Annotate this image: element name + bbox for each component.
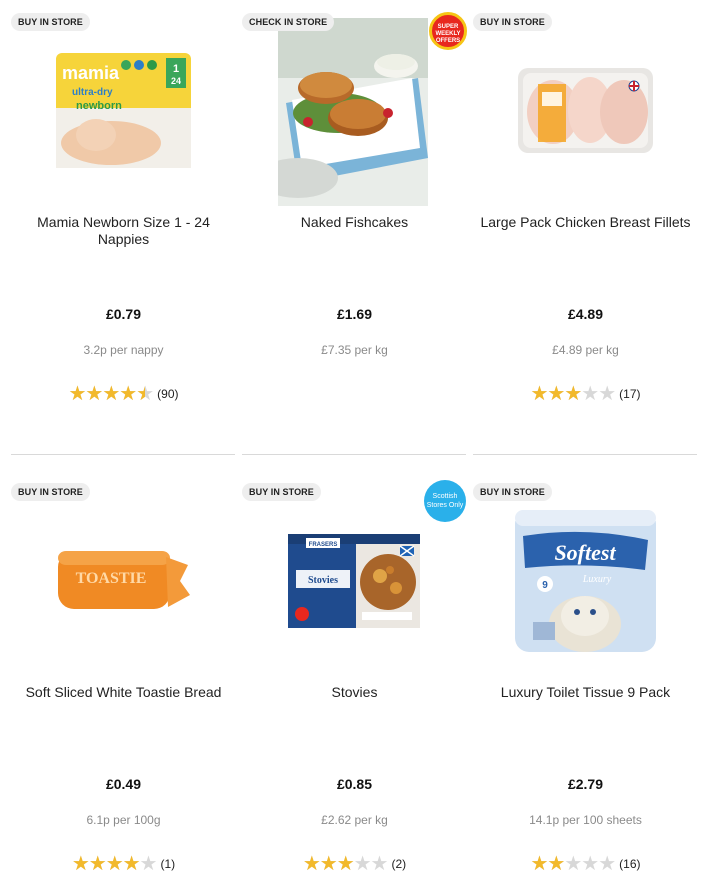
store-badge: BUY IN STORE — [11, 483, 90, 501]
unit-price: 6.1p per 100g — [86, 813, 161, 827]
row-divider — [11, 454, 235, 455]
product-title[interactable]: Soft Sliced White Toastie Bread — [17, 684, 230, 701]
review-count: (17) — [619, 387, 641, 401]
unit-price: £2.62 per kg — [321, 813, 388, 827]
svg-text:TOASTIE: TOASTIE — [76, 570, 147, 587]
product-rating[interactable]: ★★★★★★★★★★ (17) — [473, 384, 698, 404]
unit-price: £4.89 per kg — [552, 343, 619, 357]
svg-text:24: 24 — [171, 76, 181, 86]
product-rating[interactable]: ★★★★★★★★★★ (90) — [11, 384, 236, 404]
row-divider — [473, 454, 697, 455]
svg-text:newborn: newborn — [76, 100, 122, 112]
store-badge: BUY IN STORE — [242, 483, 321, 501]
star-rating-icon: ★★★★★★★★★★ — [71, 853, 158, 875]
product-card[interactable]: BUY IN STORE Softest Luxury 9 Luxury Toi… — [473, 480, 698, 896]
svg-text:Softest: Softest — [554, 540, 616, 565]
product-image[interactable] — [473, 10, 698, 210]
review-count: (90) — [157, 387, 179, 401]
super-weekly-offers-badge: SUPER WEEKLY OFFERS — [429, 12, 467, 50]
product-title[interactable]: Stovies — [248, 684, 461, 701]
product-image[interactable]: SUPER WEEKLY OFFERS — [242, 10, 467, 210]
chicken-fillets-tray-image — [518, 68, 653, 153]
svg-text:mamia: mamia — [62, 63, 120, 83]
product-price: £1.69 — [336, 306, 373, 322]
store-badge: BUY IN STORE — [473, 13, 552, 31]
review-count: (16) — [619, 857, 641, 871]
fishcakes-plate-image — [278, 18, 428, 206]
product-card[interactable]: CHECK IN STORE SUPER WEEKLY OFFERS Naked… — [242, 10, 467, 450]
product-rating[interactable]: ★★★★★★★★★★ (16) — [473, 854, 698, 874]
product-image[interactable]: FRASERS Stovies Scottish Stores Only — [242, 480, 467, 680]
product-title[interactable]: Luxury Toilet Tissue 9 Pack — [479, 684, 692, 701]
product-card[interactable]: BUY IN STORE TOASTIE Soft Sliced White T… — [11, 480, 236, 896]
product-card[interactable]: BUY IN STORE 1 24 mamia ultra-dry newbor… — [11, 10, 236, 450]
store-badge: BUY IN STORE — [11, 13, 90, 31]
star-rating-icon: ★★★★★★★★★★ — [68, 383, 155, 405]
svg-text:Stovies: Stovies — [308, 575, 338, 586]
svg-text:9: 9 — [542, 580, 548, 591]
toilet-tissue-pack-image: Softest Luxury 9 — [515, 510, 656, 652]
product-price: £2.79 — [567, 776, 604, 792]
star-rating-icon: ★★★★★★★★★★ — [530, 853, 617, 875]
product-price: £0.85 — [336, 776, 373, 792]
product-price: £4.89 — [567, 306, 604, 322]
svg-text:1: 1 — [173, 63, 179, 75]
scottish-stores-only-badge: Scottish Stores Only — [424, 480, 466, 522]
product-card[interactable]: BUY IN STORE Large Pack Chicken Breast F… — [473, 10, 698, 450]
unit-price: 14.1p per 100 sheets — [529, 813, 642, 827]
product-image[interactable]: TOASTIE — [11, 480, 236, 680]
product-price: £0.49 — [105, 776, 142, 792]
product-title[interactable]: Naked Fishcakes — [248, 214, 461, 231]
product-image[interactable]: 1 24 mamia ultra-dry newborn — [11, 10, 236, 210]
svg-text:Luxury: Luxury — [582, 574, 612, 585]
review-count: (1) — [160, 857, 176, 871]
star-rating-icon: ★★★★★★★★★★ — [530, 383, 617, 405]
product-image[interactable]: Softest Luxury 9 — [473, 480, 698, 680]
store-badge: BUY IN STORE — [473, 483, 552, 501]
product-price: £0.79 — [105, 306, 142, 322]
svg-text:FRASERS: FRASERS — [309, 542, 338, 548]
unit-price: 3.2p per nappy — [83, 343, 164, 357]
svg-text:ultra-dry: ultra-dry — [72, 87, 113, 98]
nappies-pack-image: 1 24 mamia ultra-dry newborn — [56, 53, 191, 168]
review-count: (2) — [391, 857, 407, 871]
product-title[interactable]: Large Pack Chicken Breast Fillets — [479, 214, 692, 231]
product-card[interactable]: BUY IN STORE FRASERS Stovies Scottish St… — [242, 480, 467, 896]
toastie-bread-image: TOASTIE — [58, 551, 190, 609]
product-grid: BUY IN STORE 1 24 mamia ultra-dry newbor… — [0, 0, 710, 896]
row-divider — [242, 454, 466, 455]
product-rating[interactable]: ★★★★★★★★★★ (2) — [242, 854, 467, 874]
star-rating-icon: ★★★★★★★★★★ — [302, 853, 389, 875]
stovies-box-image: FRASERS Stovies — [288, 534, 420, 628]
product-title[interactable]: Mamia Newborn Size 1 - 24 Nappies — [17, 214, 230, 248]
product-rating[interactable]: ★★★★★★★★★★ (1) — [11, 854, 236, 874]
unit-price: £7.35 per kg — [321, 343, 388, 357]
store-badge: CHECK IN STORE — [242, 13, 335, 31]
